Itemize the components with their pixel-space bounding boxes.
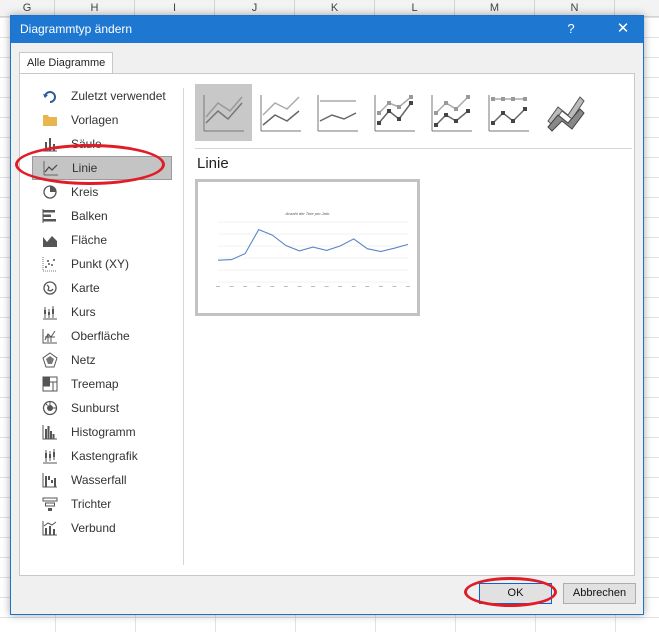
stacked-line-subtype-icon — [260, 94, 301, 131]
category-label: Vorlagen — [71, 113, 119, 127]
category-label: Zuletzt verwendet — [71, 89, 166, 103]
category-radar[interactable]: Netz — [32, 348, 172, 372]
radar-chart-icon — [42, 352, 58, 368]
category-templates[interactable]: Vorlagen — [32, 108, 172, 132]
close-button[interactable]: ✕ — [611, 19, 635, 39]
map-chart-icon — [43, 281, 57, 295]
box-whisker-icon — [43, 449, 57, 464]
preview-x-tick — [256, 286, 261, 287]
category-label: Balken — [71, 209, 108, 223]
preview-chart-title: Anzahl der Tore pro Jahr — [285, 211, 331, 216]
category-map[interactable]: Karte — [32, 276, 172, 300]
panel-divider — [183, 88, 184, 565]
treemap-icon — [42, 376, 58, 392]
category-label: Wasserfall — [71, 473, 127, 487]
category-stock[interactable]: Kurs — [32, 300, 172, 324]
category-recent[interactable]: Zuletzt verwendet — [32, 84, 172, 108]
preview-axis-labels — [216, 286, 410, 287]
cancel-button[interactable]: Abbrechen — [563, 583, 636, 604]
category-label: Histogramm — [71, 425, 136, 439]
subtype-line[interactable] — [195, 84, 252, 141]
line-subtype-icon — [203, 94, 244, 131]
preview-x-tick — [311, 286, 315, 287]
category-bar[interactable]: Balken — [32, 204, 172, 228]
category-label: Netz — [71, 353, 96, 367]
scatter-chart-icon — [42, 257, 57, 272]
tab-all-charts[interactable]: Alle Diagramme — [19, 52, 114, 74]
stock-chart-icon — [43, 306, 57, 320]
folder-icon — [43, 115, 57, 126]
stacked-100-line-markers-subtype-icon — [488, 94, 529, 131]
category-sunburst[interactable]: Sunburst — [32, 396, 172, 420]
dialog-titlebar[interactable]: Diagrammtyp ändern ? ✕ — [11, 16, 643, 43]
combo-chart-icon — [42, 521, 57, 536]
preview-x-tick — [270, 286, 275, 287]
bar-chart-icon — [42, 209, 56, 223]
preview-x-tick — [365, 286, 370, 287]
preview-x-tick — [297, 286, 302, 287]
recent-icon — [43, 91, 56, 103]
category-label: Verbund — [71, 521, 116, 535]
category-label: Karte — [71, 281, 100, 295]
subtype-line-markers[interactable] — [366, 84, 423, 141]
preview-x-tick — [378, 286, 383, 287]
subtype-heading: Linie — [197, 155, 229, 172]
preview-x-tick — [229, 286, 234, 287]
preview-x-tick — [243, 286, 248, 287]
subtype-stacked-line[interactable] — [252, 84, 309, 141]
preview-x-tick — [338, 286, 343, 287]
3d-line-subtype-icon — [546, 95, 585, 132]
area-chart-icon — [43, 236, 57, 247]
change-chart-type-dialog: Diagrammtyp ändern ? ✕ Alle Diagramme Zu… — [10, 15, 644, 615]
category-area[interactable]: Fläche — [32, 228, 172, 252]
category-label: Kastengrafik — [71, 449, 138, 463]
chart-subtype-gallery — [195, 84, 594, 141]
category-label: Sunburst — [71, 401, 120, 415]
stacked-line-markers-subtype-icon — [431, 94, 472, 131]
preview-chart: Anzahl der Tore pro Jahr — [216, 211, 410, 287]
subtype-divider — [195, 148, 632, 149]
stacked-100-line-subtype-icon — [317, 94, 358, 131]
preview-x-tick — [392, 286, 397, 287]
category-box-whisker[interactable]: Kastengrafik — [32, 444, 172, 468]
category-waterfall[interactable]: Wasserfall — [32, 468, 172, 492]
annotation-ellipse-linie — [15, 144, 165, 185]
sunburst-icon — [42, 400, 58, 416]
pie-chart-icon — [43, 185, 57, 199]
funnel-icon — [42, 497, 58, 511]
preview-x-tick — [324, 286, 329, 287]
preview-x-tick — [406, 286, 410, 287]
category-label: Kurs — [71, 305, 96, 319]
waterfall-icon — [42, 473, 57, 488]
category-label: Treemap — [71, 377, 119, 391]
category-combo[interactable]: Verbund — [32, 516, 172, 540]
dialog-title: Diagrammtyp ändern — [20, 22, 133, 36]
category-treemap[interactable]: Treemap — [32, 372, 172, 396]
category-label: Oberfläche — [71, 329, 130, 343]
annotation-ellipse-ok — [464, 577, 557, 607]
category-label: Punkt (XY) — [71, 257, 130, 271]
category-funnel[interactable]: Trichter — [32, 492, 172, 516]
preview-x-tick — [283, 286, 288, 287]
category-label: Trichter — [71, 497, 112, 511]
preview-x-tick — [351, 286, 356, 287]
chart-preview[interactable]: Anzahl der Tore pro Jahr — [195, 179, 420, 316]
category-surface[interactable]: Oberfläche — [32, 324, 172, 348]
subtype-stacked-100-line[interactable] — [309, 84, 366, 141]
category-scatter[interactable]: Punkt (XY) — [32, 252, 172, 276]
category-label: Fläche — [71, 233, 108, 247]
help-button[interactable]: ? — [561, 20, 581, 38]
subtype-stacked-100-line-markers[interactable] — [480, 84, 537, 141]
subtype-3d-line[interactable] — [537, 84, 594, 141]
surface-chart-icon — [42, 329, 57, 344]
preview-x-tick — [216, 286, 220, 287]
histogram-icon — [42, 425, 57, 440]
subtype-stacked-line-markers[interactable] — [423, 84, 480, 141]
category-label: Kreis — [71, 185, 99, 199]
category-histogram[interactable]: Histogramm — [32, 420, 172, 444]
tab-strip: Alle Diagramme — [19, 52, 114, 74]
line-markers-subtype-icon — [374, 94, 415, 131]
